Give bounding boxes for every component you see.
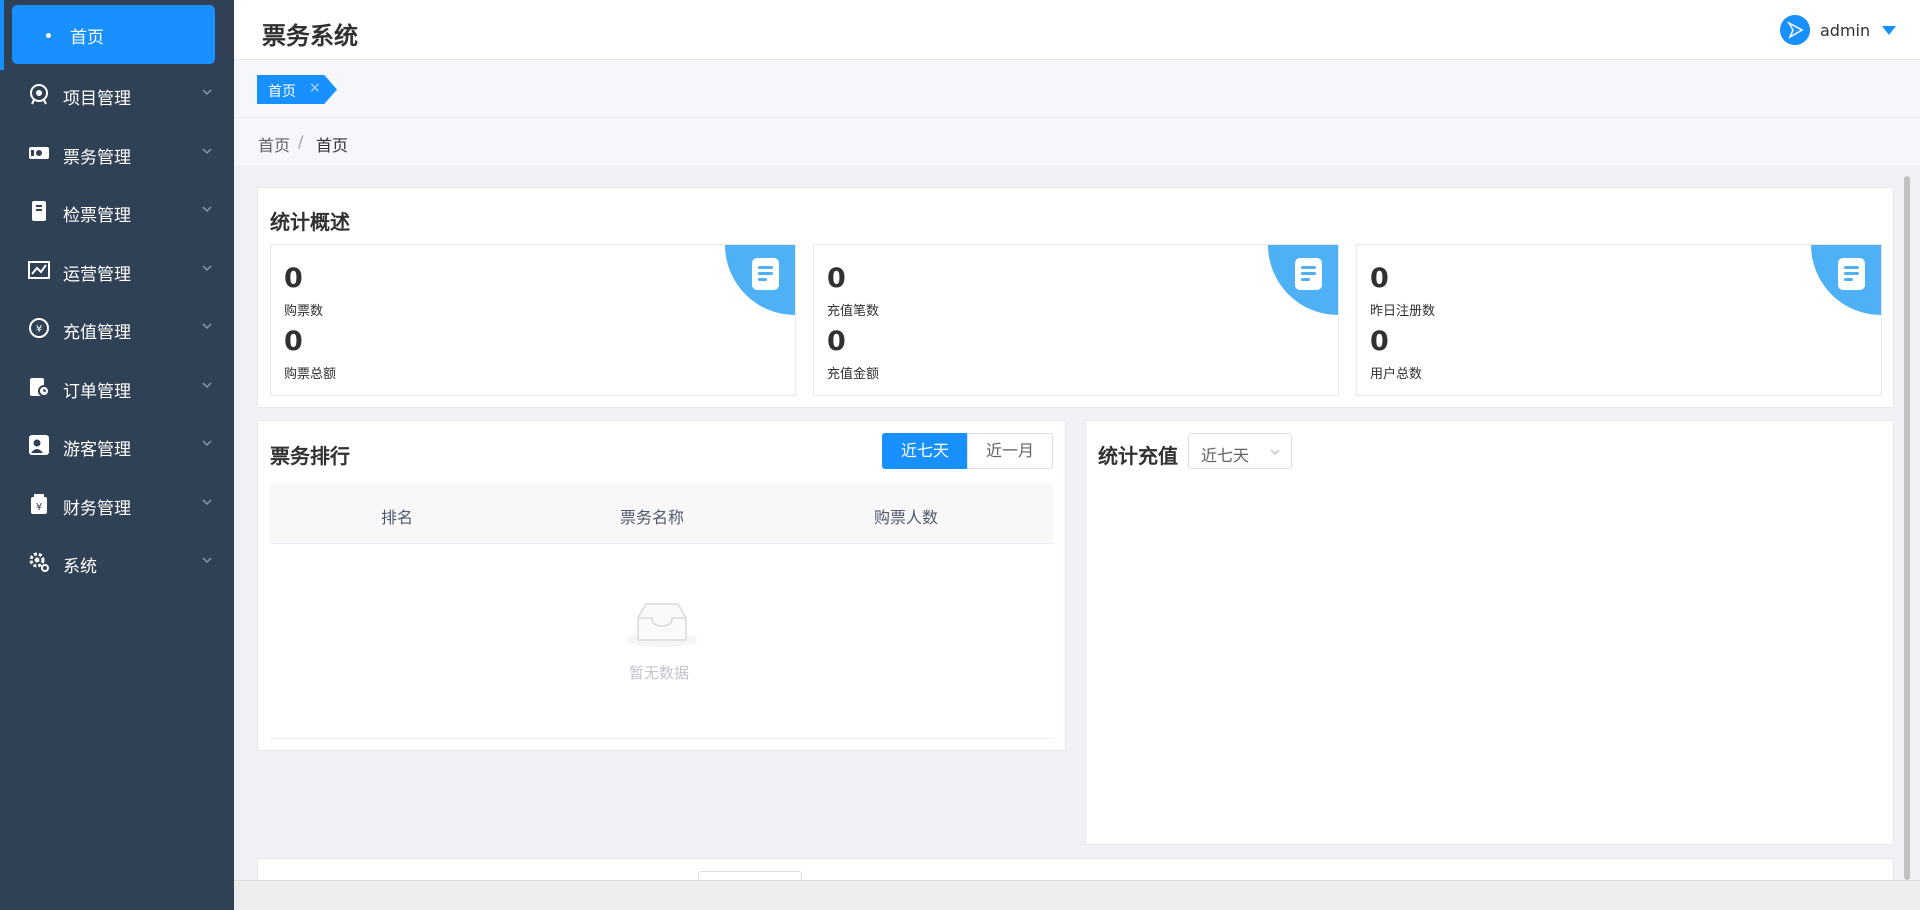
select-value: 近七天 bbox=[1201, 446, 1250, 465]
stat-label: 购票数 bbox=[284, 304, 324, 319]
stat-value: 0 bbox=[827, 263, 846, 294]
table-divider bbox=[270, 738, 1053, 739]
sidebar-item-recharge[interactable]: ¥ 充值管理 bbox=[0, 299, 234, 357]
empty-text: 暂无数据 bbox=[629, 664, 690, 682]
top-header: 票务系统 admin bbox=[234, 0, 1920, 60]
breadcrumb-current: 首页 bbox=[316, 136, 349, 155]
recharge-title: 统计充值 bbox=[1098, 444, 1178, 468]
period-select[interactable]: 近七天 bbox=[1188, 433, 1292, 469]
stat-card-users: 0 昨日注册数 0 用户总数 bbox=[1356, 244, 1882, 396]
sidebar-item-label: 财务管理 bbox=[63, 499, 131, 519]
document-icon bbox=[1295, 258, 1322, 290]
svg-text:¥: ¥ bbox=[36, 502, 42, 513]
stat-value: 0 bbox=[284, 263, 303, 294]
sidebar-item-project[interactable]: 项目管理 bbox=[0, 65, 234, 123]
stat-value: 0 bbox=[827, 326, 846, 357]
active-indicator bbox=[0, 0, 4, 70]
ticket-icon bbox=[29, 147, 49, 159]
overview-title: 统计概述 bbox=[270, 210, 350, 234]
sidebar-item-ticket[interactable]: 票务管理 bbox=[0, 124, 234, 182]
column-header: 排名 bbox=[381, 508, 414, 527]
order-icon bbox=[30, 378, 50, 397]
sidebar-item-label: 检票管理 bbox=[63, 206, 131, 226]
recharge-panel: 统计充值 bbox=[1085, 420, 1894, 845]
bullet-icon bbox=[46, 33, 51, 38]
chevron-down-icon bbox=[202, 499, 212, 506]
chevron-down-icon bbox=[202, 206, 212, 213]
sidebar-item-check[interactable]: 检票管理 bbox=[0, 182, 234, 240]
chevron-down-icon bbox=[202, 148, 212, 155]
chevron-down-icon bbox=[202, 89, 212, 96]
finance-icon: ¥ bbox=[31, 494, 47, 514]
project-icon bbox=[30, 84, 48, 105]
sidebar-item-label: 票务管理 bbox=[63, 148, 131, 168]
chevron-down-icon bbox=[202, 440, 212, 447]
sidebar-item-order[interactable]: 订单管理 bbox=[0, 358, 234, 416]
operations-chart-icon bbox=[28, 261, 50, 279]
empty-inbox-icon bbox=[626, 603, 698, 647]
recharge-icon: ¥ bbox=[29, 318, 49, 338]
vertical-scrollbar[interactable] bbox=[1904, 176, 1910, 880]
seg-week-button[interactable]: 近七天 bbox=[882, 433, 968, 469]
horizontal-scrollbar-track bbox=[234, 880, 1920, 910]
sidebar-item-label: 运营管理 bbox=[63, 265, 131, 285]
caret-down-icon[interactable] bbox=[1882, 26, 1896, 35]
stat-label: 充值金额 bbox=[827, 367, 880, 382]
svg-text:¥: ¥ bbox=[36, 324, 42, 335]
table-header: 排名 票务名称 购票人数 bbox=[270, 483, 1053, 544]
sidebar: 首页 项目管理 票务管理 检票管理 运营管理 ¥ 充值管理 订单管理 游客管理 … bbox=[0, 0, 234, 910]
stat-value: 0 bbox=[1370, 326, 1389, 357]
tags-view: 首页 × bbox=[234, 60, 1920, 118]
stat-value: 0 bbox=[1370, 263, 1389, 294]
chevron-down-icon bbox=[202, 323, 212, 330]
stat-card-tickets: 0 购票数 0 购票总额 bbox=[270, 244, 796, 396]
sidebar-item-label: 首页 bbox=[70, 28, 104, 48]
ranking-panel: 票务排行 bbox=[257, 420, 1066, 751]
stat-label: 购票总额 bbox=[284, 367, 337, 382]
app-title: 票务系统 bbox=[262, 22, 358, 50]
stat-label: 用户总数 bbox=[1370, 367, 1423, 382]
sidebar-item-finance[interactable]: ¥ 财务管理 bbox=[0, 475, 234, 533]
chevron-down-icon bbox=[202, 557, 212, 564]
avatar[interactable] bbox=[1780, 15, 1810, 45]
sidebar-item-system[interactable]: 系统 bbox=[0, 533, 234, 591]
breadcrumb: 首页 / 首页 bbox=[234, 118, 1920, 165]
column-header: 购票人数 bbox=[874, 508, 939, 527]
chevron-down-icon bbox=[202, 265, 212, 272]
column-header: 票务名称 bbox=[620, 508, 685, 527]
sidebar-item-visitor[interactable]: 游客管理 bbox=[0, 416, 234, 474]
sidebar-item-label: 系统 bbox=[63, 557, 97, 577]
gear-icon bbox=[29, 552, 49, 572]
sidebar-item-label: 游客管理 bbox=[63, 440, 131, 460]
chevron-down-icon bbox=[202, 382, 212, 389]
document-icon bbox=[752, 258, 779, 290]
breadcrumb-root[interactable]: 首页 bbox=[258, 132, 290, 156]
sidebar-item-label: 充值管理 bbox=[63, 323, 131, 343]
sidebar-item-label: 项目管理 bbox=[63, 89, 131, 109]
sidebar-item-home[interactable]: 首页 bbox=[12, 5, 215, 64]
close-icon[interactable]: × bbox=[309, 80, 321, 96]
user-name[interactable]: admin bbox=[1820, 21, 1870, 40]
breadcrumb-separator: / bbox=[298, 132, 304, 151]
check-ticket-icon bbox=[32, 201, 46, 221]
chevron-down-icon bbox=[1270, 449, 1280, 456]
stat-label: 昨日注册数 bbox=[1370, 304, 1436, 319]
sidebar-item-operations[interactable]: 运营管理 bbox=[0, 241, 234, 299]
visitor-icon bbox=[29, 435, 49, 455]
sidebar-item-label: 订单管理 bbox=[63, 382, 131, 402]
ranking-title: 票务排行 bbox=[270, 444, 350, 468]
stat-value: 0 bbox=[284, 326, 303, 357]
stat-card-recharge: 0 充值笔数 0 充值金额 bbox=[813, 244, 1339, 396]
document-icon bbox=[1838, 258, 1865, 290]
tab-label: 首页 bbox=[268, 84, 296, 100]
seg-month-button[interactable]: 近一月 bbox=[967, 433, 1053, 469]
stat-label: 充值笔数 bbox=[827, 304, 880, 319]
tab-home[interactable]: 首页 × bbox=[257, 75, 337, 104]
